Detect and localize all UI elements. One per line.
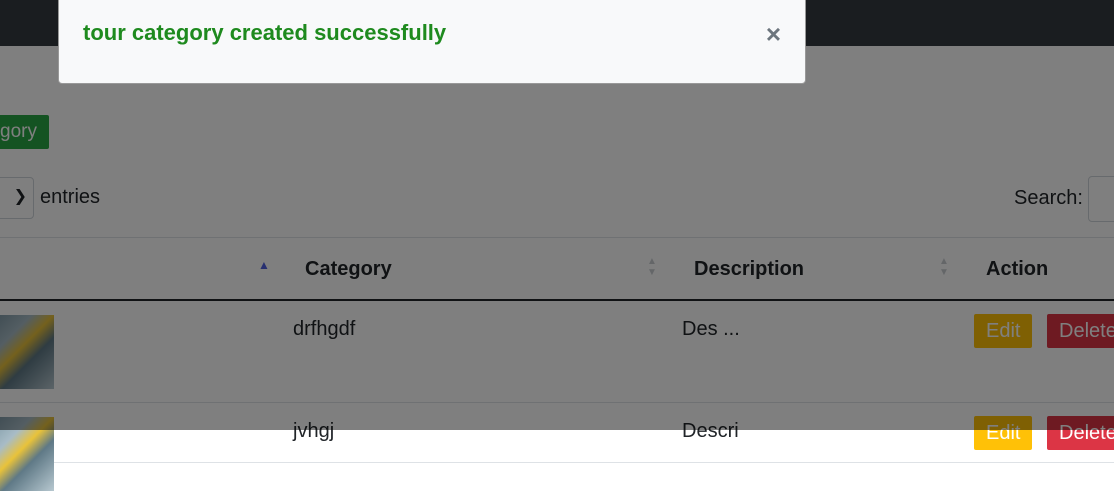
success-alert: tour category created successfully × bbox=[58, 0, 806, 84]
close-icon[interactable]: × bbox=[766, 21, 781, 47]
alert-message: tour category created successfully bbox=[83, 20, 447, 45]
